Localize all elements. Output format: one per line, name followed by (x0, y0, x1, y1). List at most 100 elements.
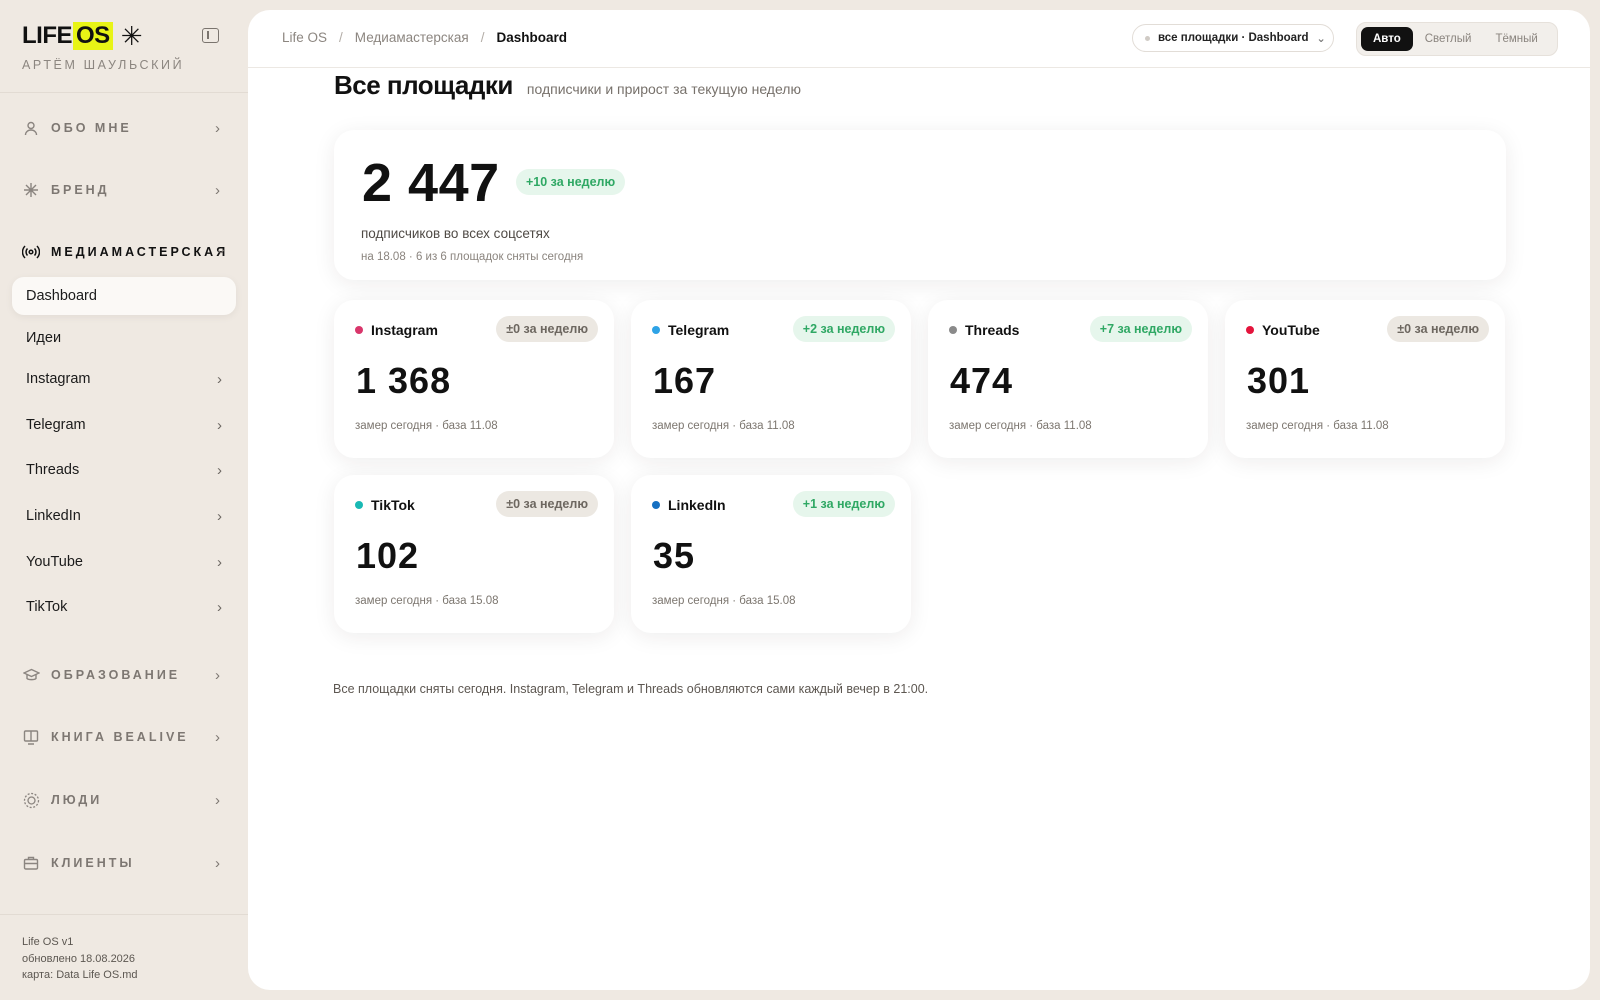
sidebar-section-education[interactable]: ОБРАЗОВАНИЕ › (22, 663, 232, 687)
briefcase-icon (22, 854, 40, 872)
sidebar-item-tiktok[interactable]: TikTok › (12, 588, 236, 626)
footnote: Все площадки сняты сегодня. Instagram, T… (333, 682, 929, 696)
platform-name: YouTube (1246, 322, 1320, 338)
book-icon (22, 728, 40, 746)
sidebar-section-label: КЛИЕНТЫ (51, 856, 135, 870)
topbar: Life OS / Медиамастерская / Dashboard вс… (248, 10, 1590, 68)
chevron-right-icon: › (217, 462, 222, 479)
sidebar-section-media[interactable]: МЕДИАМАСТЕРСКАЯ › (22, 240, 232, 264)
sidebar-section-label: ОБРАЗОВАНИЕ (51, 668, 181, 682)
sidebar-section-about[interactable]: ОБО МНЕ › (22, 116, 232, 140)
logo-text: LIFE (22, 22, 73, 49)
total-subscribers-meta: на 18.08 · 6 из 6 площадок сняты сегодня (361, 251, 584, 263)
main-panel: Life OS / Медиамастерская / Dashboard вс… (248, 10, 1590, 990)
divider (0, 92, 248, 93)
breadcrumb-separator: / (339, 30, 343, 45)
platform-subscribers-value: 474 (950, 360, 1014, 401)
chevron-down-icon: ⌄ (1316, 32, 1326, 45)
sidebar-item-label: Instagram (26, 371, 91, 387)
logo-star-icon: ✳ (120, 20, 143, 51)
sidebar-section-label: КНИГА BEALIVE (51, 730, 189, 744)
theme-switch: Авто Светлый Тёмный (1356, 22, 1558, 56)
sidebar-item-instagram[interactable]: Instagram › (12, 360, 236, 398)
sidebar-section-label: БРЕНД (51, 183, 110, 197)
sidebar-section-clients[interactable]: КЛИЕНТЫ › (22, 851, 232, 875)
logo-highlight: OS (73, 22, 113, 50)
platform-card-youtube[interactable]: YouTube ±0 за неделю 301 замер сегодня ·… (1225, 300, 1505, 458)
platform-name-label: YouTube (1262, 322, 1320, 338)
platform-delta-badge: ±0 за неделю (496, 316, 598, 342)
chevron-right-icon: › (215, 855, 220, 872)
brand: LIFE OS ✳ АРТЁМ ШАУЛЬСКИЙ (22, 20, 185, 73)
page-header: Все площадки подписчики и прирост за тек… (334, 70, 801, 101)
platform-subscribers-value: 167 (653, 360, 717, 401)
sidebar-item-label: Threads (26, 462, 80, 478)
logo[interactable]: LIFE OS ✳ (22, 20, 184, 51)
platform-dot-icon (652, 326, 660, 334)
sidebar-item-youtube[interactable]: YouTube › (12, 543, 236, 581)
platform-name-label: Telegram (668, 322, 730, 338)
scope-selector[interactable]: все площадки · Dashboard ⌄ (1132, 24, 1334, 52)
platform-subscribers-value: 301 (1247, 360, 1311, 401)
platform-name: Instagram (355, 322, 438, 338)
chevron-right-icon: › (217, 508, 222, 525)
platform-meta: замер сегодня · база 15.08 (652, 595, 796, 607)
sidebar-item-threads[interactable]: Threads › (12, 451, 236, 489)
graduation-cap-icon (22, 666, 40, 684)
platform-name-label: Threads (965, 322, 1020, 338)
chevron-right-icon: › (217, 554, 222, 571)
chevron-right-icon: › (215, 729, 220, 746)
theme-option-light[interactable]: Светлый (1413, 27, 1484, 51)
sidebar-section-brand[interactable]: БРЕНД › (22, 178, 232, 202)
total-subscribers-label: подписчиков во всех соцсетях (361, 226, 550, 241)
platform-name: TikTok (355, 497, 415, 513)
breadcrumb-item-home[interactable]: Life OS (282, 30, 327, 45)
sidebar-toggle-icon[interactable] (202, 28, 219, 43)
platform-delta-badge: +1 за неделю (792, 491, 895, 517)
platform-card-telegram[interactable]: Telegram +2 за неделю 167 замер сегодня … (631, 300, 911, 458)
divider (0, 914, 248, 915)
status-dot-icon (1145, 35, 1150, 41)
platform-card-threads[interactable]: Threads +7 за неделю 474 замер сегодня ·… (928, 300, 1208, 458)
platform-card-instagram[interactable]: Instagram ±0 за неделю 1 368 замер сегод… (334, 300, 614, 458)
sidebar-item-telegram[interactable]: Telegram › (12, 406, 236, 444)
sidebar-section-label: МЕДИАМАСТЕРСКАЯ (51, 245, 229, 259)
sidebar-section-people[interactable]: ЛЮДИ › (22, 788, 232, 812)
sidebar-item-dashboard[interactable]: Dashboard (12, 277, 236, 315)
broadcast-icon (22, 243, 40, 261)
sidebar-item-ideas[interactable]: Идеи (12, 319, 236, 357)
platform-subscribers-value: 35 (653, 535, 696, 576)
platform-meta: замер сегодня · база 11.08 (949, 420, 1092, 432)
owner-name: АРТЁМ ШАУЛЬСКИЙ (22, 58, 185, 72)
platform-meta: замер сегодня · база 15.08 (355, 595, 499, 607)
asterisk-icon (22, 181, 40, 199)
platform-card-tiktok[interactable]: TikTok ±0 за неделю 102 замер сегодня · … (334, 475, 614, 633)
sidebar-section-label: ЛЮДИ (51, 793, 103, 807)
breadcrumb-item-current: Dashboard (496, 30, 567, 45)
chevron-right-icon: › (217, 417, 222, 434)
sidebar-item-label: YouTube (26, 554, 83, 570)
platform-name-label: Instagram (371, 322, 438, 338)
platform-meta: замер сегодня · база 11.08 (355, 420, 498, 432)
platform-card-linkedin[interactable]: LinkedIn +1 за неделю 35 замер сегодня ·… (631, 475, 911, 633)
map-file: карта: Data Life OS.md (22, 969, 138, 981)
platform-meta: замер сегодня · база 11.08 (652, 420, 795, 432)
breadcrumb-separator: / (480, 30, 485, 45)
sidebar-item-linkedin[interactable]: LinkedIn › (12, 497, 236, 535)
sidebar-footer: Life OS v1 обновлено 18.08.2026 карта: D… (22, 934, 138, 984)
page-title: Все площадки (334, 70, 513, 100)
chevron-right-icon: › (215, 120, 220, 137)
sidebar-section-label: ОБО МНЕ (51, 121, 132, 135)
breadcrumb-item-media[interactable]: Медиамастерская (355, 30, 469, 45)
platform-name: Threads (949, 322, 1019, 338)
people-icon (22, 791, 40, 809)
platform-delta-badge: +2 за неделю (792, 316, 895, 342)
theme-option-dark[interactable]: Тёмный (1483, 27, 1549, 51)
chevron-right-icon: › (215, 182, 220, 199)
platform-name-label: TikTok (371, 497, 415, 513)
theme-option-auto[interactable]: Авто (1361, 27, 1413, 51)
sidebar-section-book[interactable]: КНИГА BEALIVE › (22, 725, 232, 749)
platform-dot-icon (1246, 326, 1254, 334)
scope-selector-value: все площадки · Dashboard (1158, 32, 1309, 44)
total-delta-badge: +10 за неделю (516, 169, 626, 195)
